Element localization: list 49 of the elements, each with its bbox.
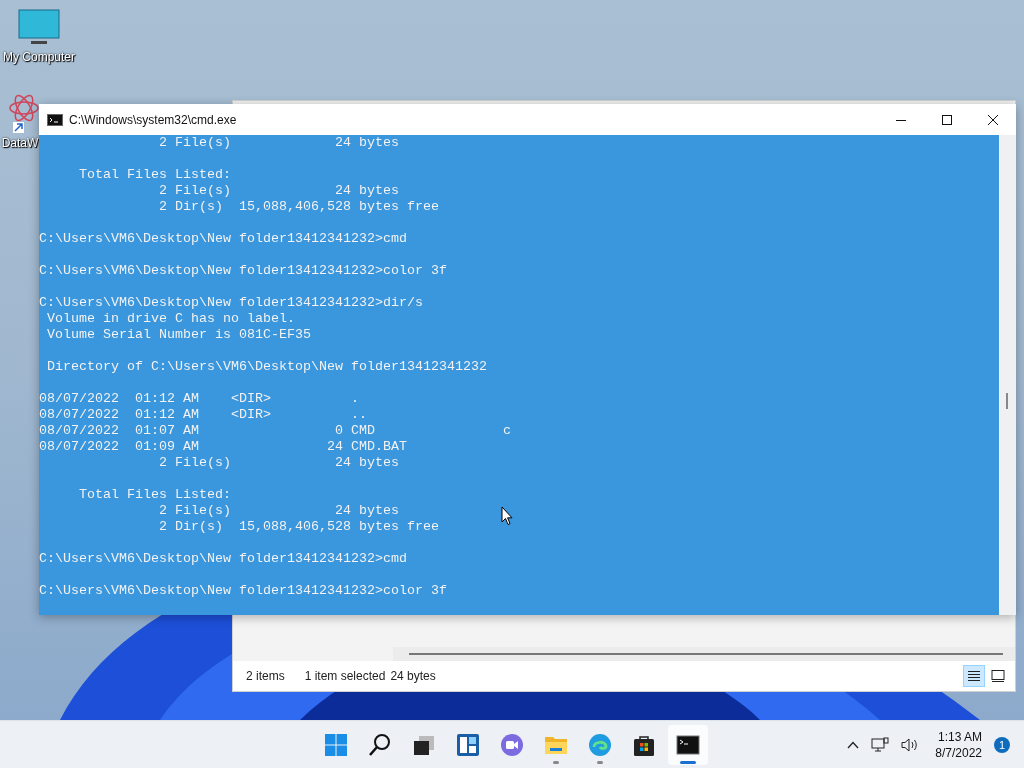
- network-icon[interactable]: [871, 736, 890, 753]
- selection-text: 1 item selected: [304, 669, 386, 683]
- close-icon: [988, 114, 998, 125]
- running-indicator: [553, 760, 559, 764]
- running-indicator: [597, 760, 603, 764]
- console-line: Total Files Listed:: [78, 487, 231, 503]
- console-line: Volume Serial Number is 081C-EF35: [46, 327, 311, 343]
- browser-icon: [588, 732, 612, 757]
- size-text: 24 bytes: [390, 669, 436, 683]
- clock-time[interactable]: 1:13 AM: [937, 728, 982, 745]
- vertical-scrollbar[interactable]: [999, 135, 1016, 615]
- maximize-icon: [942, 114, 952, 125]
- chevron-up-icon[interactable]: [847, 740, 860, 749]
- widgets-icon: [456, 732, 480, 757]
- console-line: C:\Users\VM6\Desktop\New folder13412341232>dir/s: [39, 295, 423, 311]
- console-line: 2 Dir(s) 15,088,406,528 bytes free: [157, 199, 439, 215]
- console-line: 2 File(s) 24 bytes: [157, 135, 399, 151]
- pane-icon: [991, 670, 1005, 682]
- clock-date[interactable]: 8/7/2022: [935, 744, 982, 761]
- chat-icon: [500, 732, 524, 757]
- console-line: 2 File(s) 24 bytes: [157, 503, 399, 519]
- item-count-text: 2 items: [246, 669, 285, 683]
- horizontal-scrollbar[interactable]: [393, 647, 1015, 661]
- console-line: C:\Users\VM6\Desktop\New folder13412341232>color 3f: [39, 263, 447, 279]
- console-icon: [676, 732, 700, 757]
- console-line: 08/07/2022 01:12 AM <DIR> ..: [39, 407, 367, 423]
- console-line: Volume in drive C has no label.: [46, 311, 295, 327]
- console-icon: [47, 113, 63, 126]
- console-line: 08/07/2022 01:07 AM 0 CMD c: [39, 423, 511, 439]
- details-view-button[interactable]: [963, 665, 985, 687]
- pointer-cursor-icon: [501, 506, 513, 526]
- console-line: Directory of C:\Users\VM6\Desktop\New folder13412341232: [46, 359, 487, 375]
- console-line: 2 Dir(s) 15,088,406,528 bytes free: [157, 519, 439, 535]
- console-line: C:\Users\VM6\Desktop\New folder13412341232>cmd: [39, 231, 407, 247]
- volume-icon[interactable]: [901, 736, 920, 753]
- console-line: 2 File(s) 24 bytes: [157, 455, 399, 471]
- console-line: C:\Users\VM6\Desktop\New folder13412341232>cmd: [39, 551, 407, 567]
- console-line: Total Files Listed:: [78, 167, 231, 183]
- console-line: 2 File(s) 24 bytes: [157, 183, 399, 199]
- notification-badge[interactable]: 1: [994, 736, 1010, 753]
- console-line: 08/07/2022 01:09 AM 24 CMD.BAT: [39, 439, 407, 455]
- window-title: C:\Windows\system32\cmd.exe: [69, 112, 237, 127]
- search-icon: [368, 732, 392, 757]
- console-line: C:\Users\VM6\Desktop\New folder13412341232>color 3f: [39, 583, 447, 599]
- terminal-taskbar-button[interactable]: [668, 724, 708, 765]
- windows-logo-icon: [324, 732, 348, 757]
- console-line: 08/07/2022 01:12 AM <DIR> .: [39, 391, 359, 407]
- running-indicator: [680, 760, 696, 764]
- list-lines-icon: [967, 670, 981, 682]
